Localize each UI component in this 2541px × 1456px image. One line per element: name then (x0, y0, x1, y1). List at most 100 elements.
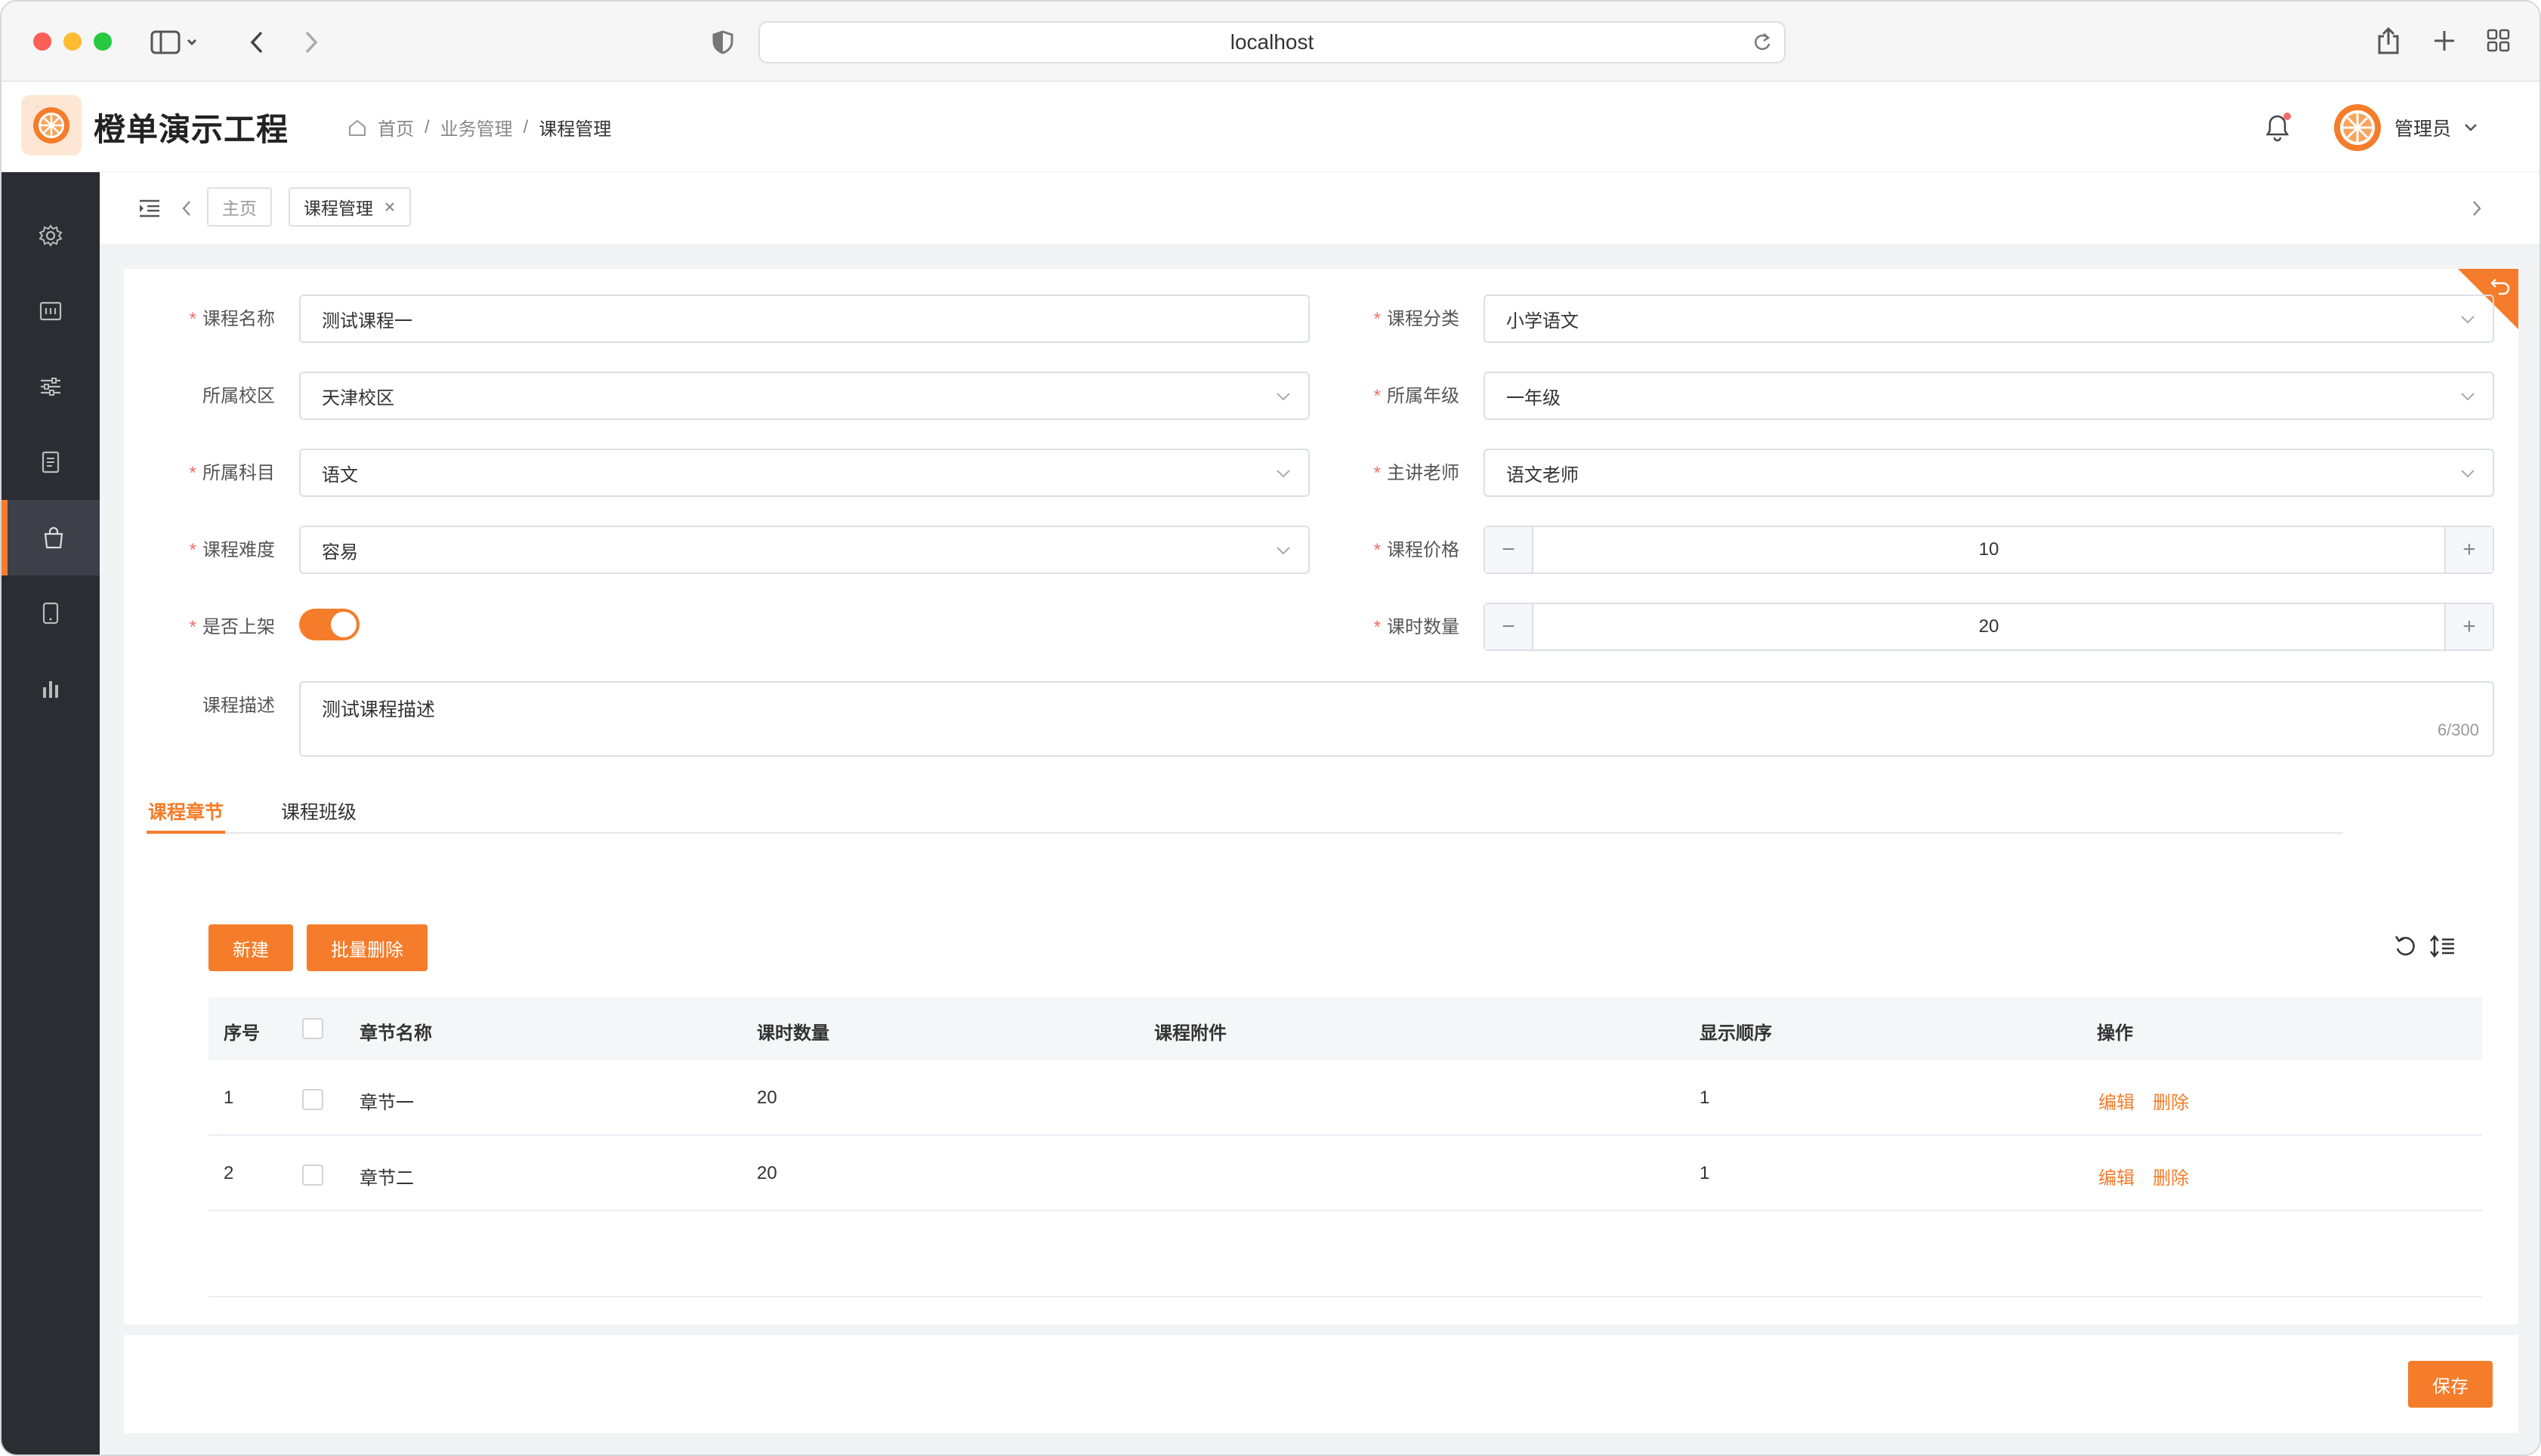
gear-icon (39, 224, 63, 247)
col-attachment: 课程附件 (1154, 1023, 1227, 1044)
description-label: 课程描述 (202, 696, 275, 716)
price-value[interactable]: 10 (1533, 527, 2444, 572)
table-row: 2 章节二 20 1 编辑 删除 (208, 1136, 2482, 1211)
row-chapter-name: 章节二 (360, 1168, 414, 1189)
subject-label: * 所属科目 (189, 463, 275, 483)
sidebar-item-business[interactable] (2, 500, 100, 575)
tab-course-management[interactable]: 课程管理 (289, 187, 411, 227)
user-menu[interactable]: 管理员 (2333, 103, 2478, 153)
row-index: 2 (224, 1163, 234, 1183)
row-delete-link[interactable]: 删除 (2153, 1087, 2189, 1114)
breadcrumb-separator: / (523, 116, 529, 137)
breadcrumb: 首页 / 业务管理 / 课程管理 (347, 114, 611, 140)
dashboard-icon (39, 301, 62, 321)
hours-increment-button[interactable]: + (2444, 604, 2493, 649)
subject-select[interactable]: 语文 (299, 449, 1310, 497)
tab-home[interactable]: 主页 (207, 187, 272, 227)
breadcrumb-home[interactable]: 首页 (378, 114, 414, 140)
new-button[interactable]: 新建 (208, 924, 293, 971)
address-bar[interactable]: localhost (758, 21, 1786, 63)
column-settings-icon[interactable] (2429, 933, 2456, 959)
hours-label: * 课时数量 (1373, 617, 1459, 637)
col-index: 序号 (224, 1023, 260, 1044)
chevron-down-icon (2465, 124, 2477, 131)
sidebar-item-settings[interactable] (2, 198, 100, 273)
sidebar-item-dashboard[interactable] (2, 273, 100, 349)
on-shelf-toggle[interactable] (299, 609, 360, 640)
description-textarea[interactable]: 测试课程描述 6/300 (299, 681, 2494, 757)
sidebar-item-filters[interactable] (2, 349, 100, 424)
course-name-input[interactable]: 测试课程一 (299, 295, 1310, 343)
chevron-down-icon (1277, 470, 1290, 478)
tab-overview-icon[interactable] (2484, 26, 2514, 56)
row-delete-link[interactable]: 删除 (2153, 1163, 2189, 1189)
orange-logo-icon (33, 107, 69, 143)
col-chapter-name: 章节名称 (360, 1023, 432, 1044)
browser-window: localhost 橙单演示工程 首页 / 业务管理 / 课程管理 管理员 主页… (0, 0, 2541, 1456)
course-name-label: * 课程名称 (189, 309, 275, 329)
course-category-select[interactable]: 小学语文 (1484, 295, 2494, 343)
price-stepper[interactable]: − 10 + (1484, 526, 2494, 574)
difficulty-select[interactable]: 容易 (299, 526, 1310, 574)
hours-stepper[interactable]: − 20 + (1484, 603, 2494, 651)
table-row: 1 章节一 20 1 编辑 删除 (208, 1060, 2482, 1136)
tabs-scroll-left-icon[interactable] (175, 195, 198, 222)
breadcrumb-current: 课程管理 (539, 119, 612, 140)
share-icon[interactable] (2373, 24, 2404, 57)
grade-label: * 所属年级 (1373, 386, 1459, 406)
sidebar (2, 172, 100, 1454)
grade-select[interactable]: 一年级 (1484, 372, 2494, 420)
col-hours: 课时数量 (757, 1023, 829, 1044)
close-window-button[interactable] (33, 32, 51, 51)
hours-decrement-button[interactable]: − (1485, 604, 1533, 649)
notification-bell-icon[interactable] (2262, 110, 2295, 147)
difficulty-label: * 课程难度 (189, 540, 275, 560)
new-tab-icon[interactable] (2429, 26, 2459, 56)
select-all-checkbox[interactable] (302, 1018, 323, 1039)
sidebar-item-mobile[interactable] (2, 575, 100, 651)
price-label: * 课程价格 (1373, 540, 1459, 560)
zoom-window-button[interactable] (94, 32, 112, 51)
row-edit-link[interactable]: 编辑 (2098, 1087, 2135, 1114)
tab-course-label: 课程管理 (304, 199, 373, 218)
chevron-down-icon (2461, 470, 2475, 478)
campus-label: 所属校区 (202, 386, 275, 406)
row-edit-link[interactable]: 编辑 (2098, 1163, 2135, 1189)
sidebar-item-documents[interactable] (2, 424, 100, 500)
shopping-bag-icon (44, 526, 63, 549)
close-tab-icon[interactable] (384, 201, 396, 213)
hours-value[interactable]: 20 (1533, 604, 2444, 649)
teacher-select[interactable]: 语文老师 (1484, 449, 2494, 497)
browser-toolbar: localhost (2, 2, 2539, 82)
campus-select[interactable]: 天津校区 (299, 372, 1310, 420)
tabs-bar: 主页 课程管理 (100, 172, 2539, 245)
refresh-icon[interactable] (2393, 933, 2419, 959)
forward-icon[interactable] (298, 27, 325, 57)
sub-tabs: 课程章节 课程班级 (146, 797, 2343, 834)
reload-icon[interactable] (1752, 32, 1772, 53)
back-icon[interactable] (243, 27, 270, 57)
breadcrumb-separator: / (425, 116, 430, 137)
table-header: 序号 章节名称 课时数量 课程附件 显示顺序 操作 (208, 997, 2482, 1060)
chevron-down-icon (2461, 393, 2475, 401)
price-increment-button[interactable]: + (2444, 527, 2493, 572)
save-button[interactable]: 保存 (2408, 1361, 2493, 1408)
collapse-menu-icon[interactable] (136, 195, 163, 222)
table-footer-divider (208, 1296, 2482, 1297)
bar-chart-icon (43, 681, 58, 698)
tabs-scroll-right-icon[interactable] (2465, 195, 2488, 222)
row-checkbox[interactable] (302, 1089, 323, 1110)
tab-course-classes[interactable]: 课程班级 (281, 797, 357, 825)
char-count: 6/300 (2437, 720, 2479, 739)
chevron-down-icon (1277, 547, 1290, 555)
breadcrumb-business[interactable]: 业务管理 (440, 114, 513, 140)
row-display-order: 1 (1700, 1163, 1710, 1183)
row-checkbox[interactable] (302, 1164, 323, 1186)
tab-course-chapters[interactable]: 课程章节 (146, 797, 226, 834)
price-decrement-button[interactable]: − (1485, 527, 1533, 572)
return-icon[interactable] (2490, 276, 2512, 296)
batch-delete-button[interactable]: 批量删除 (307, 924, 428, 971)
sidebar-item-statistics[interactable] (2, 651, 100, 726)
minimize-window-button[interactable] (63, 32, 82, 51)
sidebar-toggle-icon[interactable] (148, 27, 201, 57)
